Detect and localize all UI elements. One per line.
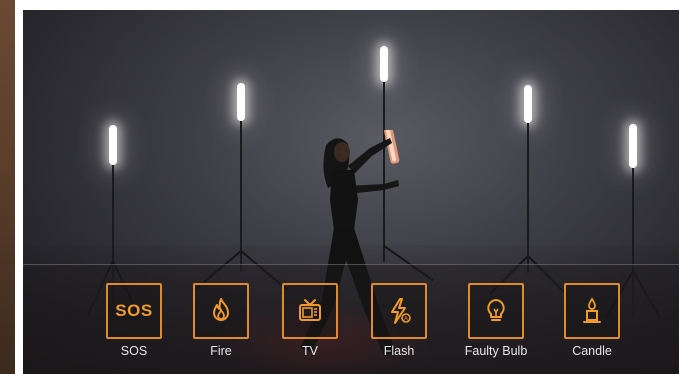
- mode-candle[interactable]: Candle: [552, 283, 632, 358]
- light-tube: [629, 124, 637, 168]
- light-tube: [380, 46, 388, 82]
- mode-sos-button[interactable]: SOS: [106, 283, 162, 339]
- mode-fire-button[interactable]: [193, 283, 249, 339]
- mode-sos[interactable]: SOS SOS: [94, 283, 174, 358]
- photo-scene: SOS SOS Fire TV A Flash Faulty Bulb Cand…: [23, 10, 679, 374]
- mode-label: Fire: [210, 344, 232, 358]
- mode-tv-button[interactable]: [282, 283, 338, 339]
- sos-text-icon: SOS: [115, 301, 153, 320]
- stand-pole: [527, 123, 529, 273]
- stand-pole: [240, 121, 242, 271]
- fire-icon: [213, 298, 229, 321]
- light-tube: [109, 125, 117, 165]
- svg-text:A: A: [404, 317, 408, 323]
- mode-label: Faulty Bulb: [464, 344, 528, 358]
- bulb-icon: [487, 299, 505, 321]
- mode-flash-button[interactable]: A: [371, 283, 427, 339]
- mode-faulty-bulb-button[interactable]: [468, 283, 524, 339]
- mode-flash[interactable]: A Flash: [359, 283, 439, 358]
- mode-tv[interactable]: TV: [270, 283, 350, 358]
- mode-faulty-bulb[interactable]: Faulty Bulb: [456, 283, 536, 358]
- mode-label: SOS: [120, 344, 148, 358]
- mode-label: Candle: [572, 344, 612, 358]
- light-tube: [237, 83, 245, 121]
- flash-icon: A: [391, 298, 411, 324]
- candle-icon: [583, 297, 601, 323]
- mode-candle-button[interactable]: [564, 283, 620, 339]
- mode-label: TV: [302, 344, 318, 358]
- mode-fire[interactable]: Fire: [181, 283, 261, 358]
- mode-label: Flash: [383, 344, 415, 358]
- light-tube: [524, 85, 532, 123]
- adjacent-photo-edge: [0, 0, 15, 374]
- tv-icon: [299, 299, 321, 321]
